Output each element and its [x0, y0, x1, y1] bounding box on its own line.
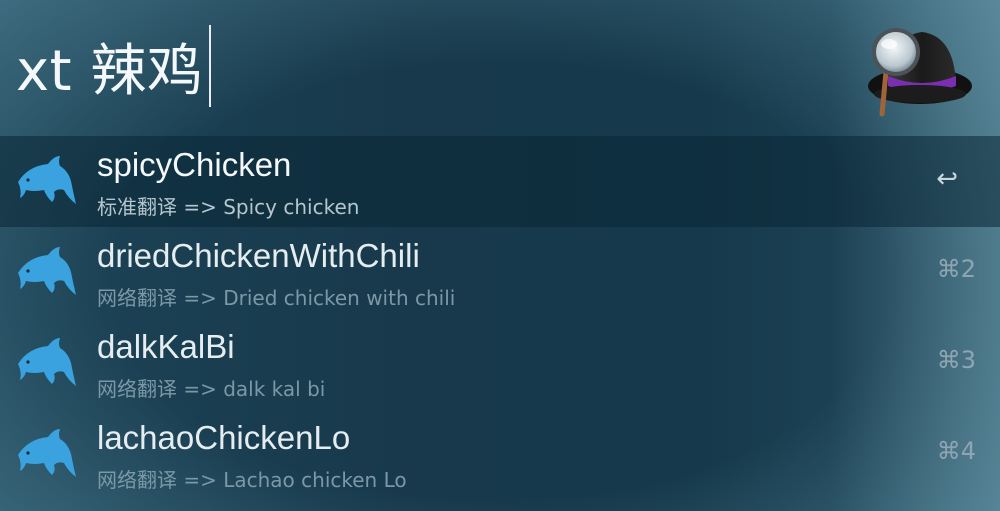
search-input-text: xt 辣鸡 — [16, 38, 204, 104]
result-subtitle: 网络翻译 => dalk kal bi — [97, 377, 326, 401]
shortcut-label: ⌘3 — [936, 346, 976, 374]
result-title: lachaoChickenLo — [97, 419, 351, 456]
shortcut-label: ⌘4 — [936, 437, 976, 465]
text-caret — [209, 25, 212, 107]
shortcut-label: ⌘2 — [936, 255, 976, 283]
result-row-1[interactable]: spicyChicken 标准翻译 => Spicy chicken ↩ — [0, 136, 1000, 227]
result-row-3[interactable]: dalkKalBi 网络翻译 => dalk kal bi ⌘3 — [0, 318, 1000, 409]
alfred-hat-logo-icon[interactable] — [858, 14, 976, 122]
result-subtitle: 网络翻译 => Dried chicken with chili — [97, 286, 456, 310]
dolphin-icon — [18, 156, 76, 204]
result-row-2[interactable]: driedChickenWithChili 网络翻译 => Dried chic… — [0, 227, 1000, 318]
query-bar: xt 辣鸡 — [0, 0, 1000, 136]
result-title: dalkKalBi — [97, 328, 235, 365]
result-subtitle: 标准翻译 => Spicy chicken — [97, 195, 360, 219]
result-subtitle: 网络翻译 => Lachao chicken Lo — [97, 468, 407, 492]
dolphin-icon — [18, 247, 76, 295]
search-input[interactable]: xt 辣鸡 — [16, 24, 212, 108]
return-key-icon: ↩ — [936, 164, 958, 194]
launcher-window: xt 辣鸡 spicyChicken 标准翻译 => Spicy chicken… — [0, 0, 1000, 511]
result-row-4[interactable]: lachaoChickenLo 网络翻译 => Lachao chicken L… — [0, 409, 1000, 500]
dolphin-icon — [18, 338, 76, 386]
result-title: driedChickenWithChili — [97, 237, 420, 274]
result-title: spicyChicken — [97, 146, 292, 183]
results-list: spicyChicken 标准翻译 => Spicy chicken ↩ dri… — [0, 136, 1000, 500]
dolphin-icon — [18, 429, 76, 477]
